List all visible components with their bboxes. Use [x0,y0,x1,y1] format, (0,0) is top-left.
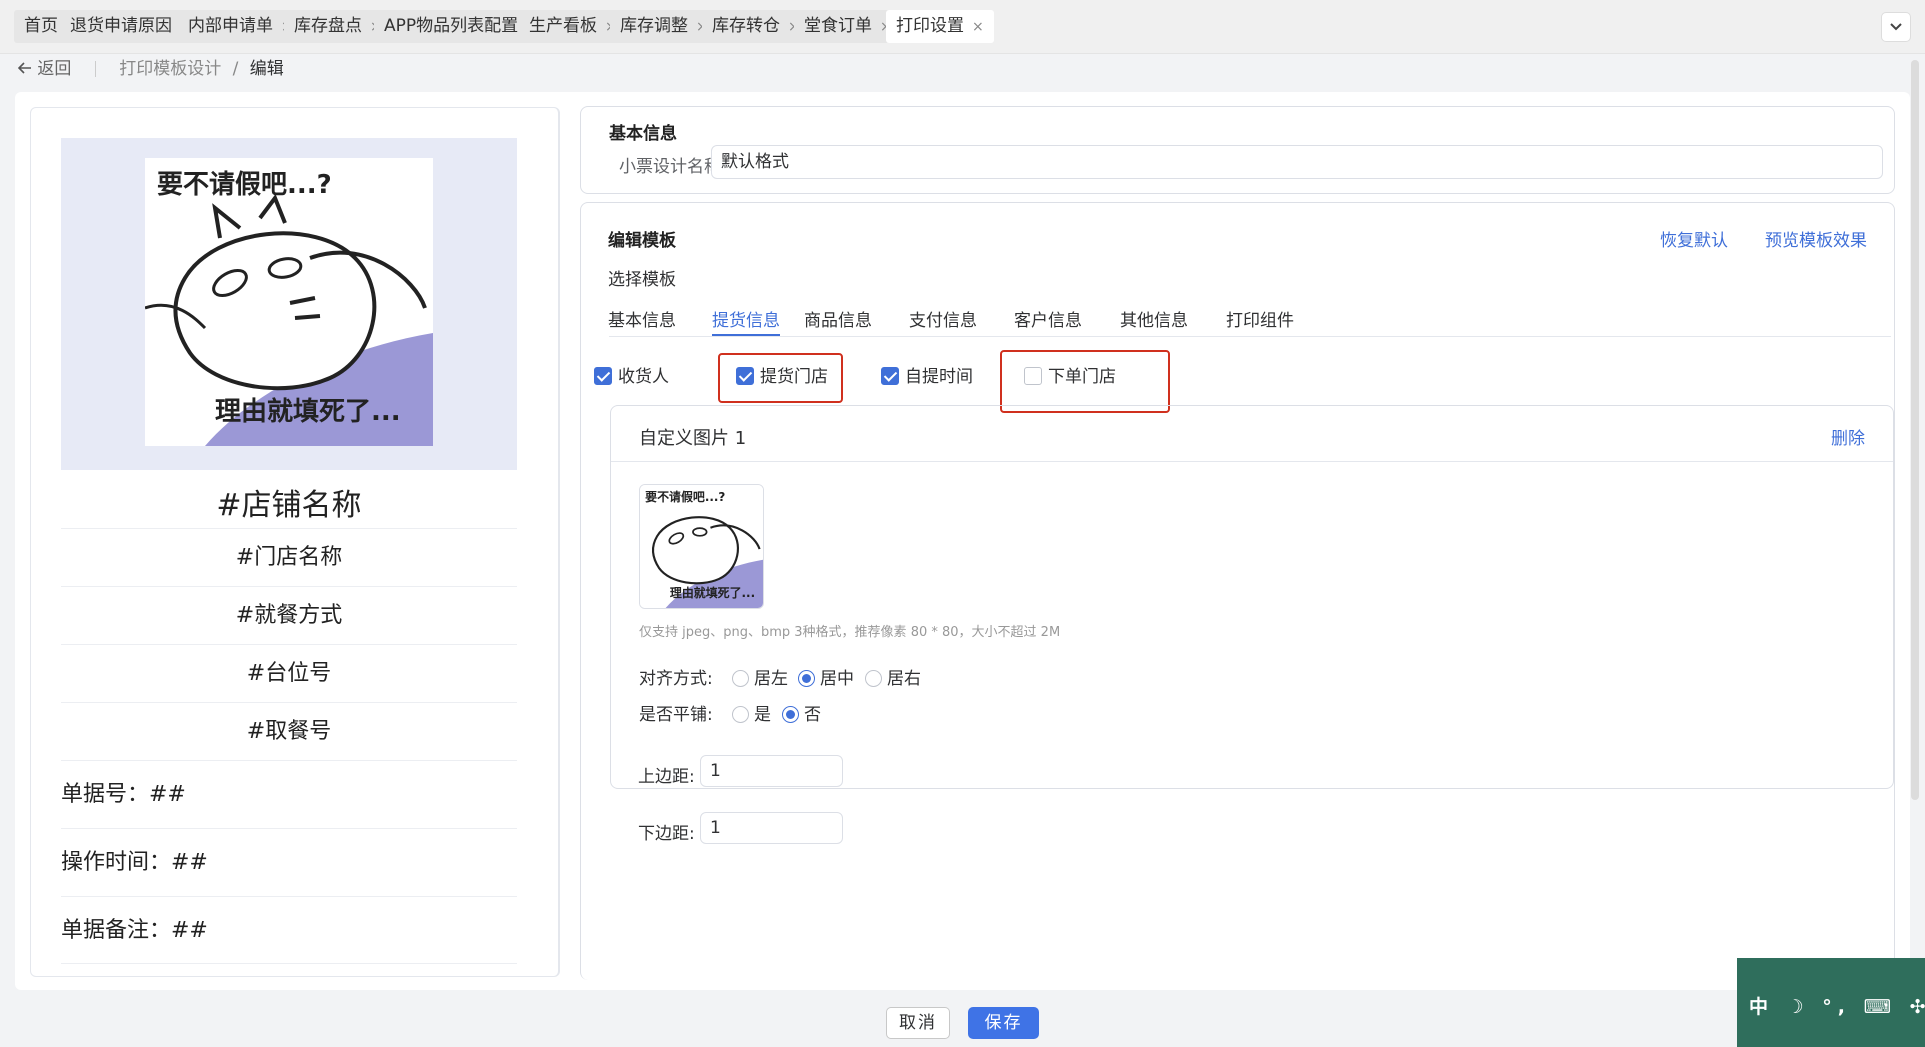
checkbox-pickup-time[interactable]: 自提时间 [881,367,973,387]
preview-operation-time: 操作时间：## [61,828,517,896]
receipt-preview: 要不请假吧...? 理由就填死了... #店铺名称 #门店名称 #就餐方式 #台… [30,107,560,977]
tab-label: 库存转仓 [712,16,780,36]
subtab-active-indicator [712,334,780,336]
checkbox-receiver[interactable]: 收货人 [594,367,669,387]
tabs-dropdown-button[interactable] [1881,12,1911,42]
meme-image: 要不请假吧...? 理由就填死了... [144,158,433,446]
close-icon[interactable]: × [972,19,984,35]
preview-table-number: #台位号 [61,644,517,702]
radio-icon[interactable] [732,706,749,723]
basic-info-card: 基本信息 小票设计名称 默认格式 [580,106,1895,194]
receipt-name-label: 小票设计名称 [619,157,721,177]
tab-label: 首页 [24,16,58,36]
preview-template-link[interactable]: 预览模板效果 [1765,226,1867,251]
subtab-product-info[interactable]: 商品信息 [804,306,872,331]
save-button[interactable]: 保存 [968,1007,1039,1039]
preview-custom-image: 要不请假吧...? 理由就填死了... [61,138,517,470]
breadcrumb-item-template-design[interactable]: 打印模板设计 [119,59,221,79]
tab-label: 退货申请原因 [70,16,172,36]
preview-store-name: #门店名称 [61,528,517,586]
top-margin-label: 上边距: [638,767,695,787]
select-template-label: 选择模板 [608,270,676,290]
subtab-customer-info[interactable]: 客户信息 [1014,306,1082,331]
highlight-box-order-store [1000,350,1170,413]
bottom-margin-input[interactable]: 1 [700,812,843,844]
tab-print-settings[interactable]: 打印设置 × [886,10,994,43]
edit-template-title: 编辑模板 [608,231,676,251]
preview-dining-mode: #就餐方式 [61,586,517,644]
tab-label: 库存调整 [620,16,688,36]
meme-bottom-text: 理由就填死了... [215,397,401,427]
breadcrumb-item-edit: 编辑 [249,59,284,79]
subtab-basic-info[interactable]: 基本信息 [608,306,676,331]
top-margin-input[interactable]: 1 [700,755,843,787]
custom-image-card: 自定义图片 1 删除 要不请假吧...? 理由就填死了... 仅支持 jpeg、… [610,405,1894,789]
tab-bar: 首页 退货申请原因× 内部申请单× 库存盘点× APP物品列表配置× 生产看板×… [0,0,1925,54]
subtab-other-info[interactable]: 其他信息 [1120,306,1188,331]
radio-align-center[interactable]: 居中 [798,664,854,689]
checkbox-checked-icon[interactable] [881,367,899,385]
back-label: 返回 [37,59,72,79]
ime-toolbar[interactable]: 中 ☽ °, ⌨ ✣ ✎ [1737,958,1925,1047]
meme-top-text: 要不请假吧...? [157,170,332,200]
tab-label: 生产看板 [529,16,597,36]
receipt-name-input[interactable]: 默认格式 [711,145,1883,179]
bottom-margin-label: 下边距: [638,824,695,844]
align-label: 对齐方式: [639,669,713,689]
subtab-payment-info[interactable]: 支付信息 [909,306,977,331]
radio-align-left[interactable]: 居左 [732,664,788,689]
thumbnail-image: 要不请假吧...? 理由就填死了... [640,485,763,608]
breadcrumb-separator: / [232,59,239,79]
delete-link[interactable]: 删除 [1831,424,1865,449]
preview-shop-name: #店铺名称 [216,488,362,523]
arrow-left-icon [17,62,31,74]
upload-hint: 仅支持 jpeg、png、bmp 3种格式，推荐像素 80 * 80，大小不超过… [639,625,1061,640]
preview-pickup-number: #取餐号 [61,702,517,760]
preview-order-remark: 单据备注：## [61,896,517,964]
tab-label: 堂食订单 [804,16,872,36]
preview-order-number: 单据号：## [61,760,517,828]
divider [611,461,1893,462]
tab-label: 打印设置 [896,16,964,36]
restore-default-link[interactable]: 恢复默认 [1660,226,1728,251]
radio-selected-icon[interactable] [782,706,799,723]
radio-icon[interactable] [732,670,749,687]
radio-icon[interactable] [865,670,882,687]
radio-label: 居右 [887,669,921,689]
cancel-button[interactable]: 取消 [886,1007,950,1039]
tab-label: 内部申请单 [188,16,273,36]
radio-label: 居中 [820,669,854,689]
breadcrumb: 返回 打印模板设计 / 编辑 [17,56,284,82]
radio-tile-yes[interactable]: 是 [732,700,771,725]
custom-image-thumbnail[interactable]: 要不请假吧...? 理由就填死了... [639,484,764,609]
tab-label: 库存盘点 [294,16,362,36]
page-scrollbar[interactable] [1911,60,1919,800]
radio-label: 居左 [754,669,788,689]
highlight-box-pickup-store [718,353,843,403]
radio-label: 是 [754,705,771,725]
subtab-print-components[interactable]: 打印组件 [1226,306,1294,331]
tile-label: 是否平铺: [639,705,713,725]
main-panel: 要不请假吧...? 理由就填死了... #店铺名称 #门店名称 #就餐方式 #台… [15,92,1910,990]
meme-drawing: 要不请假吧...? 理由就填死了... [144,158,433,446]
subtab-pickup-info[interactable]: 提货信息 [712,306,780,331]
chevron-down-icon [1890,23,1902,31]
custom-image-title: 自定义图片 1 [639,428,747,449]
divider [94,61,96,77]
back-link[interactable]: 返回 [17,59,77,79]
tab-label: APP物品列表配置 [384,16,519,36]
checkbox-label: 自提时间 [905,367,973,387]
subtabs-divider [609,336,1891,337]
radio-align-right[interactable]: 居右 [865,664,921,689]
radio-tile-no[interactable]: 否 [782,700,821,725]
basic-info-title: 基本信息 [609,124,677,144]
radio-selected-icon[interactable] [798,670,815,687]
checkbox-checked-icon[interactable] [594,367,612,385]
ime-status-icons[interactable]: 中 ☽ °, ⌨ ✣ ✎ [1749,992,1925,1019]
radio-label: 否 [804,705,821,725]
thumbnail-bottom-text: 理由就填死了... [670,585,755,600]
checkbox-label: 收货人 [618,367,669,387]
thumbnail-top-text: 要不请假吧...? [645,489,725,504]
